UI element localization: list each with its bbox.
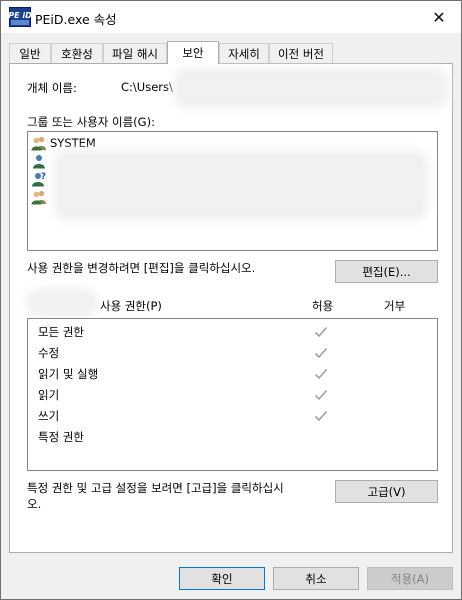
permission-name: 쓰기 [38,409,60,423]
group-users-icon [31,190,46,205]
unknown-user-icon: ? [32,172,46,187]
edit-button[interactable]: 편집(E)... [335,260,438,283]
redacted-permission-owner [32,295,92,311]
permission-row: 읽기 및 실행 [38,364,98,384]
tab-details[interactable]: 자세히 [219,43,269,63]
redacted-user-names [60,156,422,214]
permissions-header-label: 사용 권한(P) [100,299,162,313]
user-name: SYSTEM [50,136,96,150]
permissions-list: 모든 권한 수정 읽기 및 실행 읽기 쓰기 특정 권한 [27,318,438,471]
group-users-icon [31,136,46,151]
permission-row: 쓰기 [38,406,59,426]
permission-name: 수정 [38,346,60,360]
advanced-hint-line-1: 특정 권한 및 고급 설정을 보려면 [고급]을 클릭하십시 [27,481,284,495]
permissions-deny-header: 거부 [384,299,406,313]
close-button[interactable]: ✕ [417,1,461,33]
group-user-names-label: 그룹 또는 사용자 이름(G): [27,115,155,129]
window-title: PEiD.exe 속성 [35,12,117,27]
object-name-value: C:\Users\ [121,80,173,94]
tab-file-hash[interactable]: 파일 해시 [103,43,167,63]
tab-previous-versions[interactable]: 이전 버전 [269,43,333,63]
tab-compatibility[interactable]: 호환성 [51,43,103,63]
list-item[interactable] [31,152,50,170]
list-item[interactable]: SYSTEM [31,134,96,152]
list-item[interactable] [31,188,50,206]
peid-app-icon: PE iD [9,7,31,27]
close-icon: ✕ [432,7,446,27]
security-tab-panel: 개체 이름: C:\Users\ 그룹 또는 사용자 이름(G): SYSTEM [9,63,453,553]
object-name-label: 개체 이름: [27,81,77,95]
permission-name: 읽기 [38,388,60,402]
permission-name: 특정 권한 [38,430,84,444]
ok-button[interactable]: 확인 [179,567,265,590]
permission-name: 모든 권한 [38,325,84,339]
check-icon [314,347,328,359]
check-icon [314,389,328,401]
title-bar: PE iD PEiD.exe 속성 ✕ [1,1,461,33]
permission-name: 읽기 및 실행 [38,367,99,381]
redacted-path [180,74,442,102]
check-icon [314,410,328,422]
cancel-button[interactable]: 취소 [273,567,359,590]
svg-text:?: ? [41,172,46,182]
permission-row: 특정 권한 [38,427,84,447]
advanced-hint-line-2: 오. [27,497,42,511]
permission-row: 읽기 [38,385,59,405]
list-item[interactable]: ? [31,170,50,188]
apply-button[interactable]: 적용(A) [367,567,453,590]
user-icon [33,155,45,169]
svg-text:PE iD: PE iD [9,11,31,20]
permission-row: 모든 권한 [38,322,84,342]
advanced-button[interactable]: 고급(V) [335,480,438,503]
tab-general[interactable]: 일반 [9,43,51,63]
properties-window: PE iD PEiD.exe 속성 ✕ 일반 호환성 파일 해시 보안 자세히 … [0,0,462,600]
permissions-allow-header: 허용 [312,299,334,313]
permission-row: 수정 [38,343,59,363]
check-icon [314,326,328,338]
group-user-list[interactable]: SYSTEM ? [27,131,438,251]
tab-security[interactable]: 보안 [167,41,219,64]
check-icon [314,368,328,380]
edit-hint-text: 사용 권한을 변경하려면 [편집]을 클릭하십시오. [27,261,256,275]
